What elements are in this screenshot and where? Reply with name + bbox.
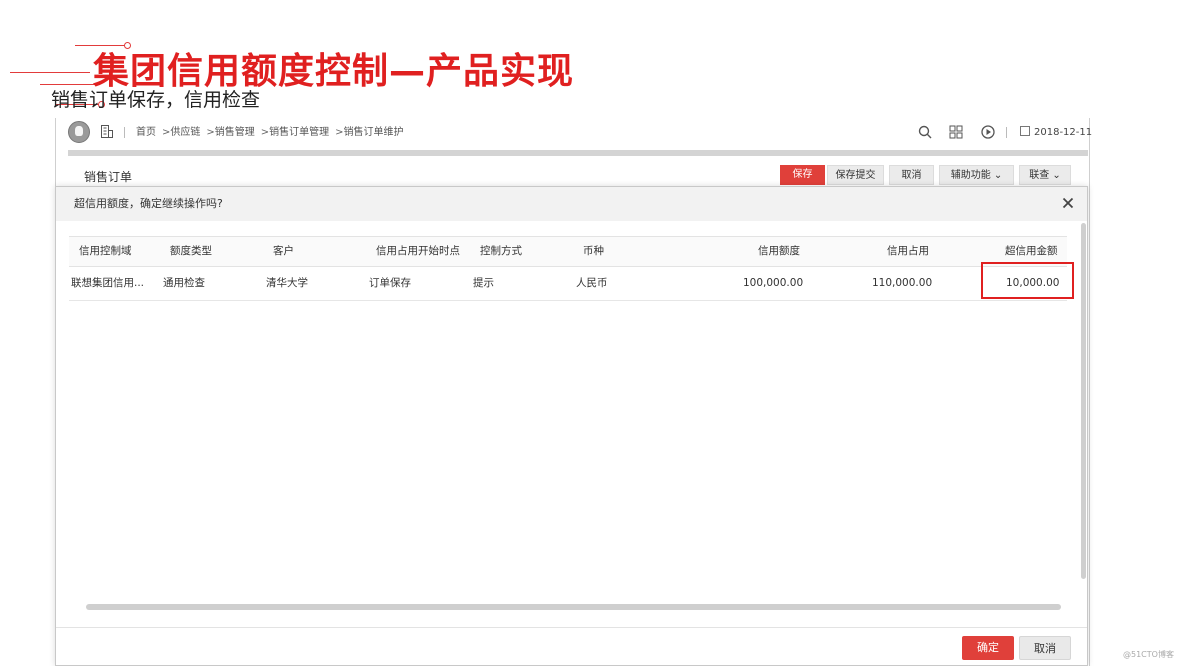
date-text: 2018-12-11 (1034, 127, 1093, 138)
save-button[interactable]: 保存 (780, 165, 825, 185)
col-credit-occupied[interactable]: 信用占用 (887, 244, 929, 258)
org-icon[interactable] (101, 125, 113, 138)
breadcrumb: 首页 >供应链 >销售管理 >销售订单管理 >销售订单维护 (136, 126, 404, 140)
divider (1006, 127, 1007, 138)
close-icon[interactable] (1060, 195, 1076, 211)
calendar-icon (1020, 126, 1030, 136)
search-icon[interactable] (917, 124, 933, 140)
col-control-mode[interactable]: 控制方式 (480, 244, 522, 258)
table-row[interactable]: 联想集团信用... 通用检查 清华大学 订单保存 提示 人民币 100,000.… (69, 266, 1067, 301)
highlight-box (981, 262, 1074, 299)
decorative-line (40, 84, 100, 85)
cell-credit-domain: 联想集团信用... (71, 277, 145, 289)
breadcrumb-sales-order-maint[interactable]: 销售订单维护 (344, 127, 404, 138)
col-credit-domain[interactable]: 信用控制域 (79, 244, 132, 258)
save-submit-button[interactable]: 保存提交 (827, 165, 884, 185)
horizontal-scrollbar[interactable] (86, 604, 1061, 610)
dialog-header: 超信用额度，确定继续操作吗? (56, 187, 1087, 221)
date-display[interactable]: 2018-12-11 (1020, 126, 1092, 140)
col-occupy-start[interactable]: 信用占用开始时点 (376, 244, 460, 258)
watermark: @51CTO博客 (1123, 650, 1174, 659)
col-currency[interactable]: 币种 (583, 244, 604, 258)
cell-currency: 人民币 (576, 277, 608, 289)
chevron-down-icon: ⌄ (993, 170, 1003, 181)
dialog-cancel-button[interactable]: 取消 (1019, 636, 1071, 660)
breadcrumb-sales-mgmt[interactable]: 销售管理 (215, 127, 255, 138)
col-customer[interactable]: 客户 (273, 244, 294, 258)
header-divider-band (68, 150, 1088, 156)
cell-occupy-start: 订单保存 (369, 277, 411, 289)
chevron-down-icon: ⌄ (1052, 170, 1061, 181)
decorative-line (10, 72, 90, 73)
chevron-right-icon: > (206, 127, 215, 138)
dialog-footer-divider (56, 627, 1087, 628)
cancel-button[interactable]: 取消 (889, 165, 934, 185)
cell-credit-occupied: 110,000.00 (872, 277, 933, 289)
divider (124, 127, 125, 138)
decorative-line (75, 45, 125, 46)
cell-control-mode: 提示 (473, 277, 494, 289)
slide-subtitle: 销售订单保存，信用检查 (51, 89, 261, 111)
table-header: 信用控制域 额度类型 客户 信用占用开始时点 控制方式 币种 信用额度 信用占用… (69, 236, 1067, 267)
credit-warning-dialog: 超信用额度，确定继续操作吗? 信用控制域 额度类型 客户 信用占用开始时点 控制… (55, 186, 1088, 666)
cell-customer: 清华大学 (266, 277, 308, 289)
play-icon[interactable] (980, 124, 996, 140)
chevron-right-icon: > (260, 127, 270, 138)
vertical-scrollbar[interactable] (1081, 223, 1086, 579)
confirm-button[interactable]: 确定 (962, 636, 1014, 660)
cell-limit-type: 通用检查 (163, 277, 205, 289)
cell-credit-limit: 100,000.00 (743, 277, 804, 289)
breadcrumb-home[interactable]: 首页 (136, 127, 156, 138)
breadcrumb-supply-chain[interactable]: 供应链 (170, 127, 200, 138)
col-credit-limit[interactable]: 信用额度 (758, 244, 800, 258)
col-over-credit-amount[interactable]: 超信用金额 (1005, 244, 1058, 258)
col-limit-type[interactable]: 额度类型 (170, 244, 212, 258)
grid-icon[interactable] (948, 124, 964, 140)
link-query-button[interactable]: 联查 ⌄ (1019, 165, 1071, 185)
dialog-title: 超信用额度，确定继续操作吗? (74, 197, 223, 210)
user-avatar[interactable] (68, 121, 90, 143)
assist-function-button[interactable]: 辅助功能 ⌄ (939, 165, 1014, 185)
chevron-right-icon: > (335, 127, 344, 138)
page-title: 销售订单 (84, 170, 133, 184)
assist-function-label: 辅助功能 (950, 170, 991, 181)
breadcrumb-sales-order-mgmt[interactable]: 销售订单管理 (269, 127, 329, 138)
top-bar: 首页 >供应链 >销售管理 >销售订单管理 >销售订单维护 2018-12-11 (56, 118, 1092, 148)
link-query-label: 联查 (1029, 170, 1050, 181)
